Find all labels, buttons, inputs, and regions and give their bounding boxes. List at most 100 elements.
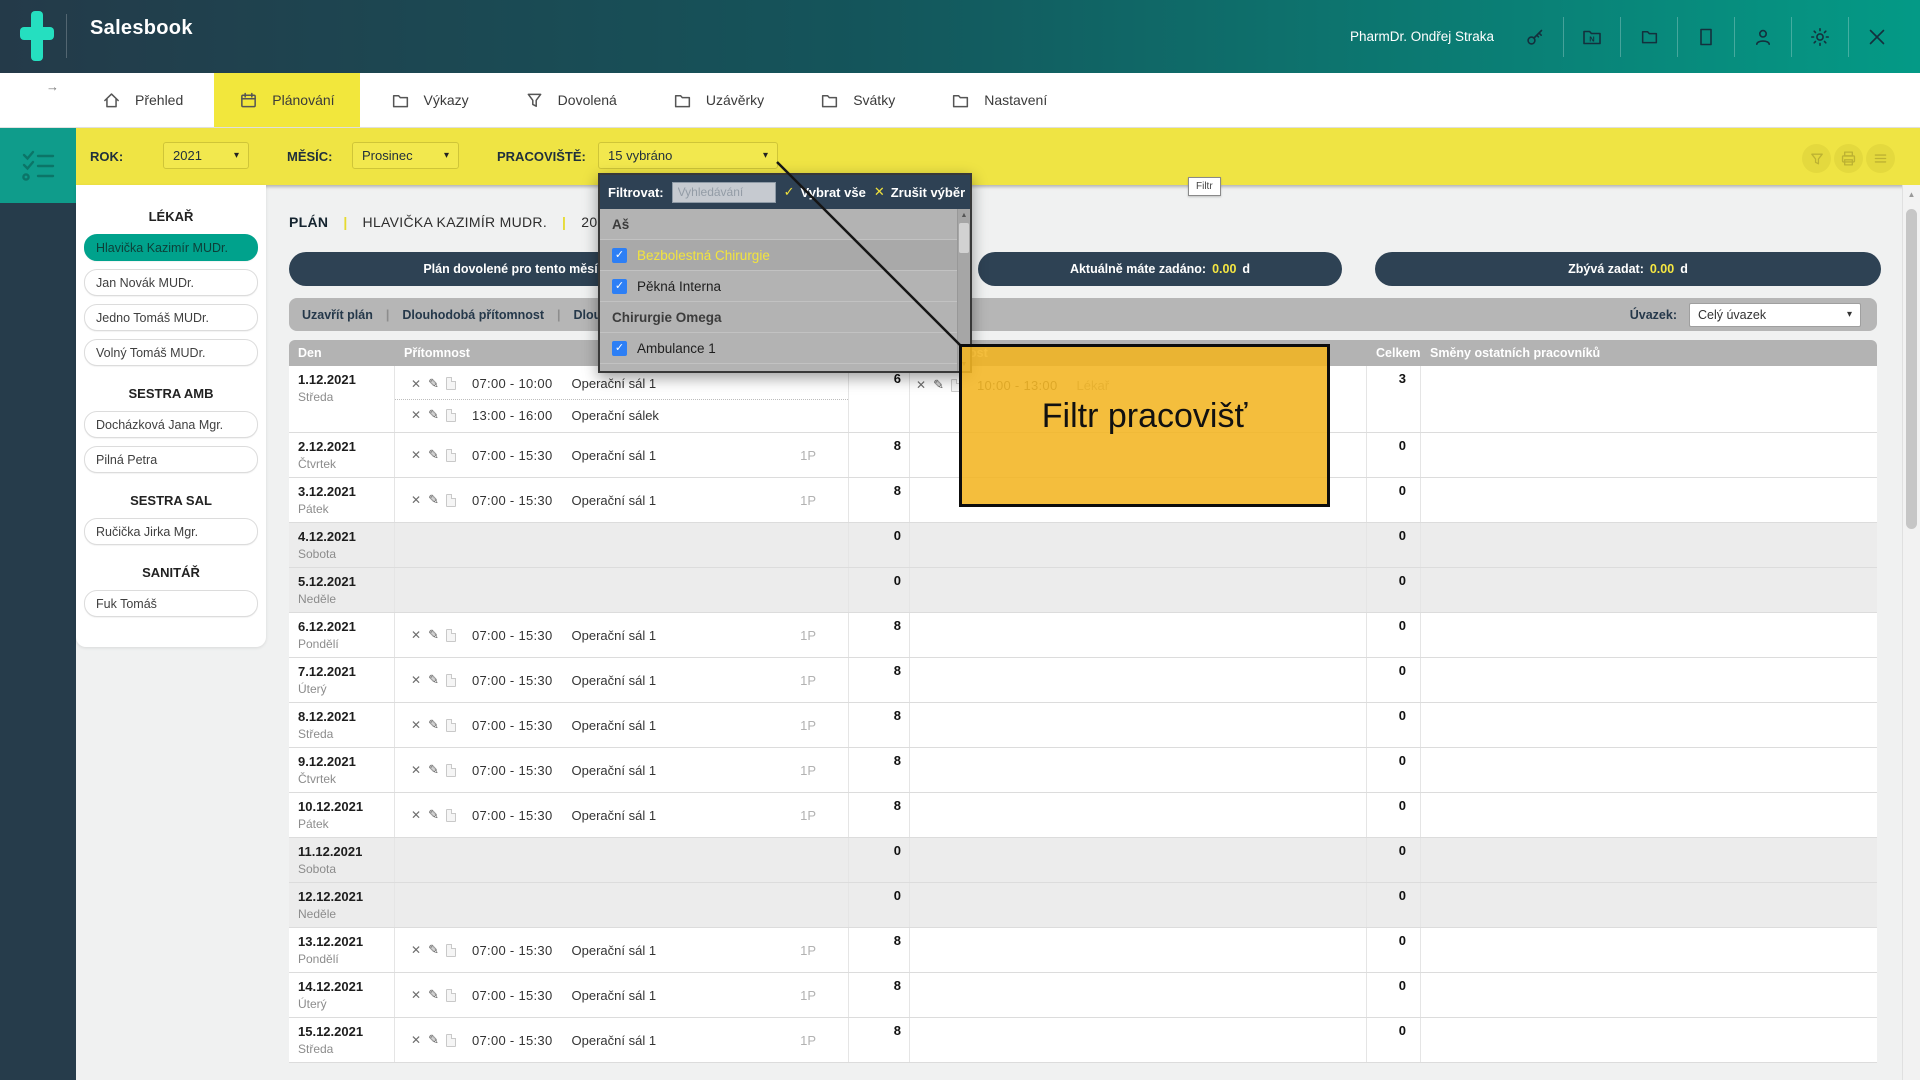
delete-shift-icon[interactable]: ✕ (411, 493, 421, 507)
toolbar-action-dlouhodob-p-tomnost[interactable]: Dlouhodobá přítomnost (389, 308, 557, 322)
dropdown-item-bezbolestn-chirurgie[interactable]: ✓Bezbolestná Chirurgie (600, 240, 970, 271)
tab-pl-nov-n[interactable]: Plánování (214, 73, 359, 127)
note-icon[interactable] (446, 989, 456, 1002)
callout-tooltip: Filtr pracovišť (959, 344, 1330, 507)
edit-shift-icon[interactable]: ✎ (428, 717, 439, 733)
tab-label: Přehled (135, 92, 183, 108)
plan-doctor-name: HLAVIČKA KAZIMÍR MUDR. (363, 214, 547, 230)
presence-cell (395, 838, 849, 882)
dropdown-item-label: Pěkná Interna (637, 279, 721, 294)
user-icon[interactable] (1748, 22, 1778, 52)
tab-sv-tky[interactable]: Svátky (795, 73, 920, 127)
dropdown-item-p-kn-interna[interactable]: ✓ Pěkná Interna (600, 271, 970, 302)
sidebar-rail-top[interactable] (0, 128, 76, 203)
tab-nastaven[interactable]: Nastavení (926, 73, 1072, 127)
delete-shift-icon[interactable]: ✕ (411, 808, 421, 822)
edit-shift-icon[interactable]: ✎ (428, 672, 439, 688)
delete-shift-icon[interactable]: ✕ (411, 628, 421, 642)
note-icon[interactable] (446, 409, 456, 422)
checkbox-checked[interactable]: ✓ (612, 279, 627, 294)
edit-shift-icon[interactable]: ✎ (428, 627, 439, 643)
edit-shift-icon[interactable]: ✎ (428, 987, 439, 1003)
sidebar-item-piln-petra[interactable]: Pilná Petra (84, 446, 258, 473)
edit-shift-icon[interactable]: ✎ (428, 407, 439, 423)
gear-icon[interactable] (1805, 22, 1835, 52)
delete-shift-icon[interactable]: ✕ (916, 378, 926, 392)
scrollbar-thumb[interactable] (959, 223, 969, 253)
year-select[interactable]: 2021▾ (163, 142, 249, 169)
toolbar-action-uzav-t-pl-n[interactable]: Uzavřít plán (289, 308, 386, 322)
row-date: 4.12.2021 (298, 529, 385, 544)
scroll-up-icon[interactable]: ▲ (1903, 190, 1920, 199)
workplace-search-input[interactable] (672, 182, 776, 203)
sidebar-item-voln-tom-mudr[interactable]: Volný Tomáš MUDr. (84, 339, 258, 366)
print-button[interactable] (1834, 144, 1863, 173)
folder-icon[interactable] (1634, 22, 1664, 52)
other-shifts-cell (1421, 793, 1877, 837)
delete-shift-icon[interactable]: ✕ (411, 408, 421, 422)
total-cell: 0 (1367, 703, 1421, 747)
tab-v-kazy[interactable]: Výkazy (366, 73, 494, 127)
key-icon[interactable] (1520, 22, 1550, 52)
page-scrollbar-thumb[interactable] (1906, 209, 1917, 529)
edit-shift-icon[interactable]: ✎ (428, 807, 439, 823)
delete-shift-icon[interactable]: ✕ (411, 763, 421, 777)
sidebar-item-ru-i-ka-jirka-mgr[interactable]: Ručička Jirka Mgr. (84, 518, 258, 545)
workplace-select[interactable]: 15 vybráno▾ (598, 142, 778, 169)
forward-arrow-icon[interactable]: → (46, 79, 59, 94)
sidebar-item-fuk-tom[interactable]: Fuk Tomáš (84, 590, 258, 617)
sidebar-item-doch-zkov-jana-mgr[interactable]: Docházková Jana Mgr. (84, 411, 258, 438)
clear-selection-button[interactable]: ✕ Zrušit výběr (874, 184, 965, 200)
note-icon[interactable] (446, 719, 456, 732)
checkbox-checked[interactable]: ✓ (612, 341, 627, 356)
presence-hours-cell: 0 (849, 838, 910, 882)
edit-shift-icon[interactable]: ✎ (428, 447, 439, 463)
filter-button[interactable] (1802, 144, 1831, 173)
note-icon[interactable] (446, 494, 456, 507)
note-icon[interactable] (446, 1034, 456, 1047)
delete-shift-icon[interactable]: ✕ (411, 448, 421, 462)
tab-dovolen[interactable]: Dovolená (500, 73, 642, 127)
delete-shift-icon[interactable]: ✕ (411, 718, 421, 732)
checkbox-checked[interactable]: ✓ (612, 248, 627, 263)
sidebar-item-hlavi-ka-kazim-r-mudr[interactable]: Hlavička Kazimír MUDr. (84, 234, 258, 261)
note-icon[interactable] (446, 449, 456, 462)
note-icon[interactable] (446, 944, 456, 957)
contract-select[interactable]: Celý úvazek▾ (1689, 303, 1861, 327)
folder-n-icon[interactable]: N (1577, 22, 1607, 52)
edit-shift-icon[interactable]: ✎ (428, 762, 439, 778)
delete-shift-icon[interactable]: ✕ (411, 943, 421, 957)
row-day-name: Středa (298, 727, 385, 741)
tab-p-ehled[interactable]: Přehled (77, 73, 208, 127)
note-icon[interactable] (446, 674, 456, 687)
edit-shift-icon[interactable]: ✎ (428, 942, 439, 958)
edit-shift-icon[interactable]: ✎ (428, 1032, 439, 1048)
dropdown-item-ambulance-1[interactable]: ✓Ambulance 1 (600, 333, 970, 364)
menu-button[interactable] (1866, 144, 1895, 173)
tab-label: Výkazy (424, 92, 469, 108)
delete-shift-icon[interactable]: ✕ (411, 1033, 421, 1047)
month-select[interactable]: Prosinec▾ (352, 142, 459, 169)
sidebar-item-jan-nov-k-mudr[interactable]: Jan Novák MUDr. (84, 269, 258, 296)
table-row: 13.12.2021Pondělí✕✎07:00 - 15:30Operační… (289, 928, 1877, 973)
select-all-button[interactable]: ✓ Vybrat vše (784, 184, 866, 200)
note-icon[interactable] (446, 809, 456, 822)
page-scrollbar[interactable]: ▲ (1902, 185, 1920, 1080)
day-cell: 6.12.2021Pondělí (289, 613, 395, 657)
delete-shift-icon[interactable]: ✕ (411, 673, 421, 687)
page-icon[interactable] (1691, 22, 1721, 52)
note-icon[interactable] (446, 377, 456, 390)
delete-shift-icon[interactable]: ✕ (411, 377, 421, 391)
edit-shift-icon[interactable]: ✎ (933, 377, 944, 393)
edit-shift-icon[interactable]: ✎ (428, 376, 439, 392)
close-icon[interactable] (1862, 22, 1892, 52)
row-day-name: Čtvrtek (298, 772, 385, 786)
delete-shift-icon[interactable]: ✕ (411, 988, 421, 1002)
row-day-name: Středa (298, 1042, 385, 1056)
scroll-up-icon[interactable]: ▲ (958, 212, 970, 219)
note-icon[interactable] (446, 764, 456, 777)
tab-uz-v-rky[interactable]: Uzávěrky (648, 73, 789, 127)
note-icon[interactable] (446, 629, 456, 642)
edit-shift-icon[interactable]: ✎ (428, 492, 439, 508)
sidebar-item-jedno-tom-mudr[interactable]: Jedno Tomáš MUDr. (84, 304, 258, 331)
